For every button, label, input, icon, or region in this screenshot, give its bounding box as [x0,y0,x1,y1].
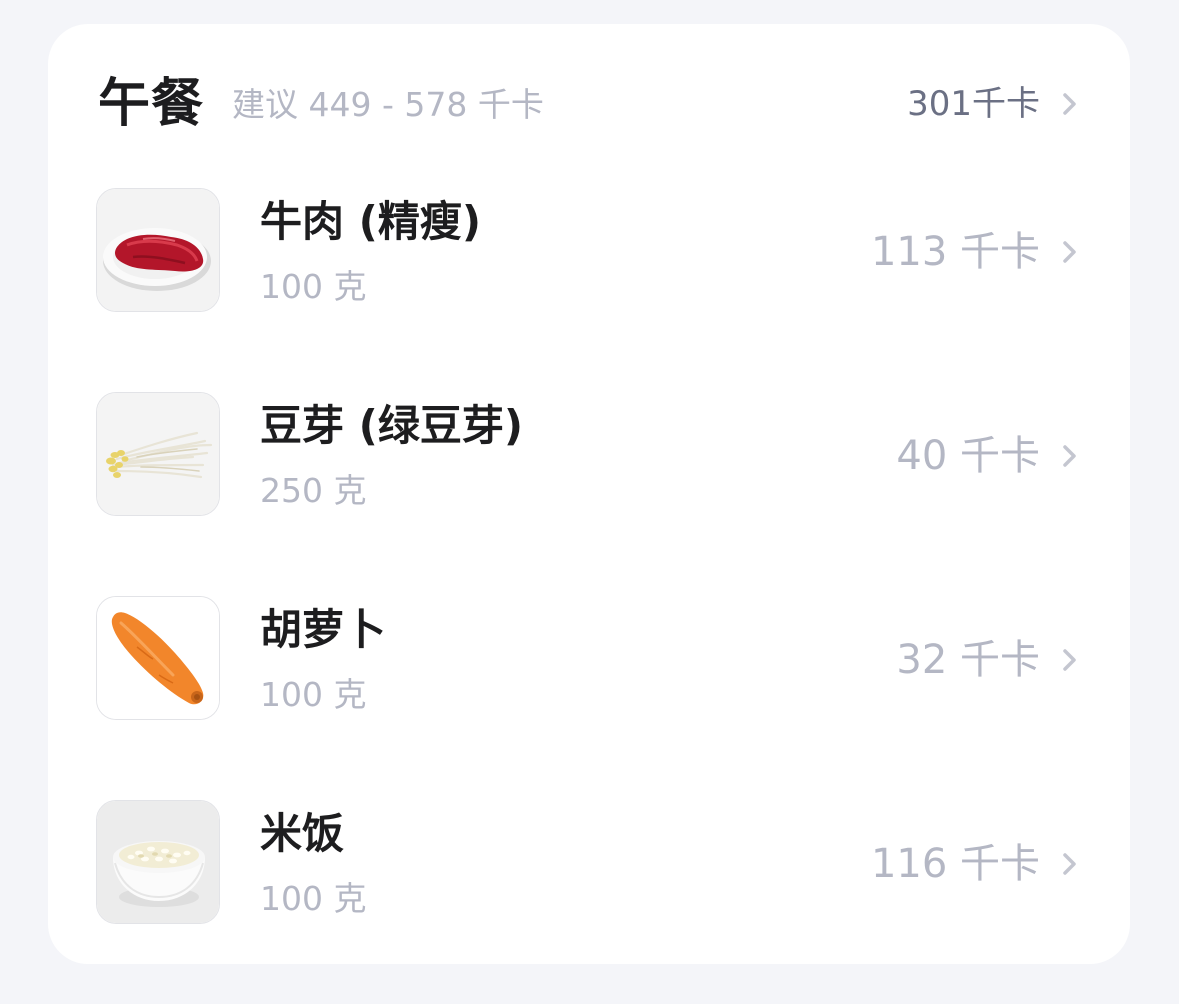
chevron-right-icon [1063,445,1076,467]
meal-title: 午餐 [98,74,205,134]
chevron-right-icon [1063,93,1076,115]
food-calories: 32 千卡 [896,637,1040,683]
carrot-image [96,596,220,720]
meal-card: 午餐 建议 449 - 578 千卡 301千卡 牛肉 (精瘦) 100 克 1… [48,24,1130,964]
food-item-rice[interactable]: 米饭 100 克 116 千卡 [96,800,1084,1004]
food-amount: 100 克 [260,267,367,306]
chevron-right-icon [1063,241,1076,263]
food-amount: 100 克 [260,879,367,918]
rice-image [96,800,220,924]
food-calories: 40 千卡 [896,433,1040,479]
food-list: 牛肉 (精瘦) 100 克 113 千卡 豆芽 (绿豆芽) 250 克 40 千… [96,188,1084,1004]
food-calories: 116 千卡 [870,841,1040,887]
chevron-right-icon [1063,853,1076,875]
food-name: 牛肉 (精瘦) [260,197,482,246]
food-item-beef[interactable]: 牛肉 (精瘦) 100 克 113 千卡 [96,188,1084,392]
food-item-carrot[interactable]: 胡萝卜 100 克 32 千卡 [96,596,1084,800]
meal-suggestion: 建议 449 - 578 千卡 [232,85,544,124]
food-name: 豆芽 (绿豆芽) [260,401,524,450]
bean-sprouts-image [96,392,220,516]
food-item-bean-sprouts[interactable]: 豆芽 (绿豆芽) 250 克 40 千卡 [96,392,1084,596]
food-name: 米饭 [260,809,345,858]
food-amount: 250 克 [260,471,367,510]
food-amount: 100 克 [260,675,367,714]
meal-header[interactable]: 午餐 建议 449 - 578 千卡 301千卡 [98,74,1084,134]
food-calories: 113 千卡 [870,229,1040,275]
chevron-right-icon [1063,649,1076,671]
beef-image [96,188,220,312]
food-name: 胡萝卜 [260,605,387,654]
meal-total-calories: 301千卡 [907,84,1040,124]
